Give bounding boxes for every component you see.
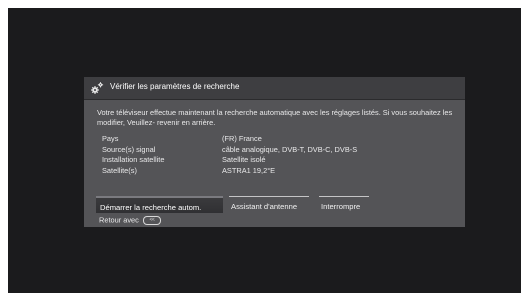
param-value: (FR) France — [222, 134, 262, 143]
param-value: ASTRA1 19,2°E — [222, 165, 276, 175]
footer-label: Retour avec — [99, 215, 139, 225]
param-row-satellite-installation: Installation satellite Satellite isolé — [102, 155, 422, 166]
param-label: Installation satellite — [102, 155, 165, 164]
param-row-country: Pays (FR) France — [102, 134, 422, 145]
back-key-icon: << — [142, 215, 161, 225]
start-auto-search-button[interactable]: Démarrer la recherche autom. — [96, 196, 223, 213]
param-label: Pays — [102, 134, 119, 143]
gear-icon — [90, 81, 104, 95]
param-label: Satellite(s) — [102, 165, 137, 175]
search-settings-dialog: Vérifier les paramètres de recherche Vot… — [84, 77, 465, 227]
param-label: Source(s) signal — [102, 144, 156, 154]
param-row-signal-sources: Source(s) signal câble analogique, DVB-T… — [102, 145, 422, 156]
param-value: Satellite isolé — [222, 155, 266, 164]
dialog-title: Vérifier les paramètres de recherche — [110, 82, 240, 91]
dialog-header: Vérifier les paramètres de recherche — [84, 77, 465, 100]
description-text: Votre téléviseur effectue maintenant la … — [97, 108, 453, 127]
search-params-list: Pays (FR) France Source(s) signal câble … — [102, 134, 422, 176]
footer-hint: Retour avec << — [99, 215, 161, 225]
param-row-satellites: Satellite(s) ASTRA1 19,2°E — [102, 166, 422, 177]
param-value: câble analogique, DVB-T, DVB-C, DVB-S — [222, 144, 358, 154]
tv-screen: Vérifier les paramètres de recherche Vot… — [8, 8, 521, 293]
antenna-assistant-button[interactable]: Assistant d'antenne — [229, 196, 309, 213]
stop-button[interactable]: Interrompre — [319, 196, 369, 213]
